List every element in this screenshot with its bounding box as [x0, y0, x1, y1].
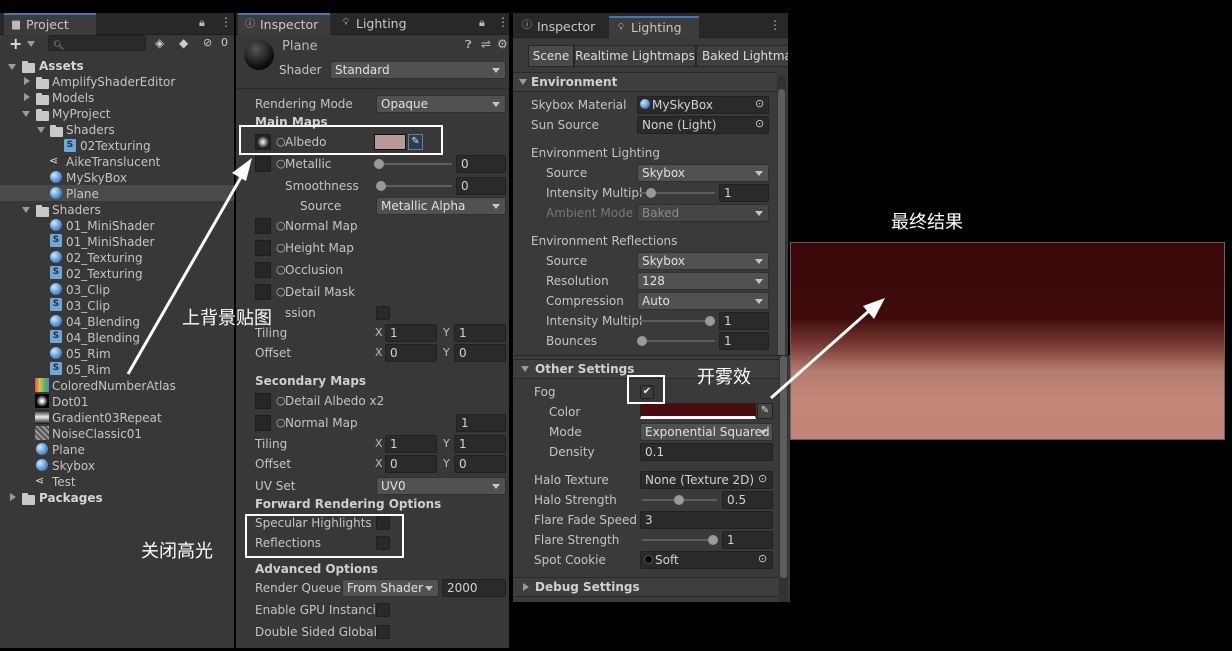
annotation-final-result: 最终结果 — [891, 212, 963, 233]
arrow-albedo-head — [232, 158, 252, 181]
annotation-enable-fog: 开雾效 — [697, 367, 751, 388]
arrow-result-head — [863, 298, 885, 319]
annotation-background-texture: 上背景贴图 — [182, 308, 272, 329]
arrow-result — [770, 308, 871, 400]
annotation-close-highlight: 关闭高光 — [141, 541, 213, 562]
arrow-albedo — [126, 171, 246, 375]
